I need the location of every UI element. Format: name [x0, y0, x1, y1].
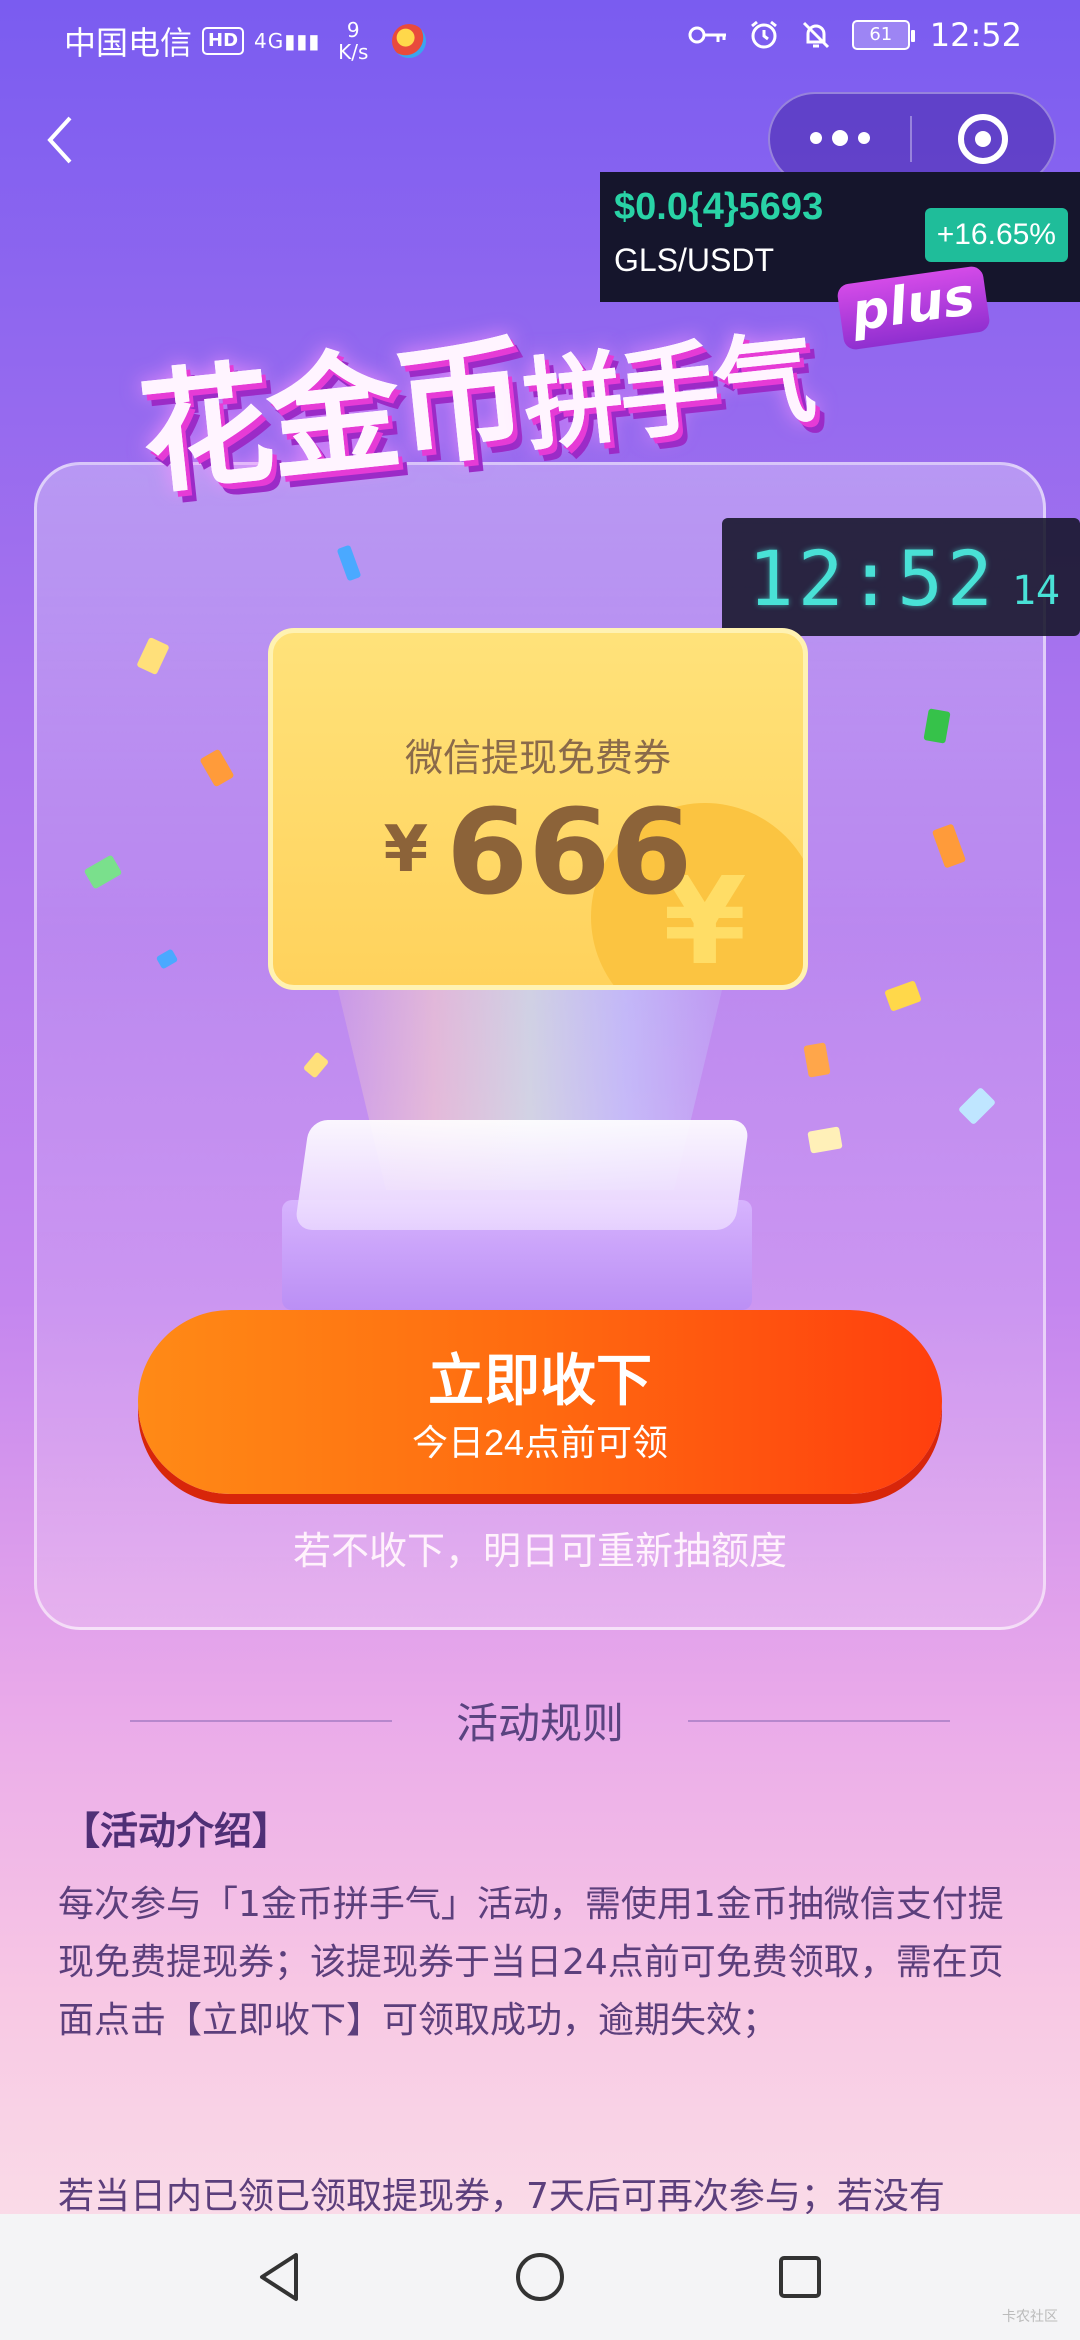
- voucher-title: 微信提现免费券: [404, 736, 671, 780]
- network-type: 4G: [254, 29, 285, 53]
- key-icon: [688, 26, 726, 44]
- ticker-price: $0.0{4}5693: [614, 186, 824, 228]
- watermark: 卡农社区: [1002, 2309, 1058, 2325]
- speed-value: 9: [346, 18, 360, 42]
- battery-icon: 61: [851, 20, 915, 50]
- status-bar: 中国电信 HD 4G▮▮▮ 9 K/s 61 12:52: [0, 0, 1080, 80]
- currency-symbol: ¥: [383, 813, 429, 887]
- carrier-label: 中国电信: [64, 24, 193, 62]
- amount-value: 666: [446, 783, 693, 921]
- status-right: 61 12:52: [688, 16, 1022, 54]
- ticker-change-badge: +16.65%: [924, 208, 1068, 262]
- system-nav-bar: 卡农社区: [0, 2214, 1080, 2340]
- title-main-small: 拼手气: [518, 318, 817, 466]
- system-home-button[interactable]: [510, 2247, 570, 2307]
- more-button[interactable]: [770, 130, 910, 146]
- status-left: 中国电信 HD 4G▮▮▮ 9 K/s: [64, 18, 427, 64]
- claim-button-label: 立即收下: [428, 1349, 652, 1412]
- system-back-button[interactable]: [250, 2247, 310, 2307]
- close-miniapp-button[interactable]: [912, 114, 1054, 164]
- gift-box-lid: [294, 1120, 750, 1230]
- system-recents-button[interactable]: [770, 2247, 830, 2307]
- clock-digits: 12:52: [748, 534, 997, 623]
- circle-home-icon: [516, 2253, 564, 2301]
- app-notification-icon: [392, 24, 427, 58]
- mute-bell-icon: [802, 21, 829, 49]
- intro-heading: 【活动介绍】: [62, 1809, 291, 1853]
- alarm-icon: [750, 20, 777, 49]
- gift-box-illustration: [272, 1120, 772, 1310]
- more-dot: [832, 130, 848, 146]
- triangle-back-icon: [260, 2253, 298, 2301]
- network-speed: 9 K/s: [330, 19, 376, 63]
- voucher-card: ¥ 微信提现免费券 ¥666: [268, 628, 808, 990]
- claim-button-sublabel: 今日24点前可领: [411, 1422, 669, 1463]
- hd-badge: HD: [202, 27, 245, 55]
- clock-unit: 14: [1011, 568, 1060, 614]
- claim-now-button[interactable]: 立即收下 今日24点前可领: [138, 1310, 942, 1494]
- title-text: 花金币拼手气: [130, 260, 818, 520]
- rules-divider-right: [688, 1720, 950, 1722]
- more-dot: [858, 132, 870, 144]
- chevron-left-icon: [47, 116, 72, 164]
- rules-header: 活动规则: [0, 1690, 1080, 1750]
- retry-hint: 若不收下，明日可重新抽额度: [292, 1529, 787, 1573]
- battery-level: 61: [869, 24, 893, 45]
- close-dot: [975, 131, 991, 147]
- clock-time: 12:52: [929, 16, 1022, 54]
- voucher-amount: ¥666: [273, 783, 803, 921]
- speed-unit: K/s: [338, 40, 369, 64]
- target-close-icon: [958, 114, 1008, 164]
- floating-clock-overlay[interactable]: 12:52 14: [722, 518, 1080, 636]
- title-main-big: 花金币: [133, 320, 532, 514]
- more-dots-icon: [810, 132, 822, 144]
- intro-paragraph: 每次参与「1金币拼手气」活动，需使用1金币抽微信支付提现免费提现券；该提现券于当…: [58, 1884, 1004, 2041]
- page-title: plus 花金币拼手气: [133, 265, 991, 520]
- back-button[interactable]: [40, 110, 80, 170]
- network-signal-icon: 4G▮▮▮: [254, 29, 321, 53]
- square-recents-icon: [779, 2256, 821, 2298]
